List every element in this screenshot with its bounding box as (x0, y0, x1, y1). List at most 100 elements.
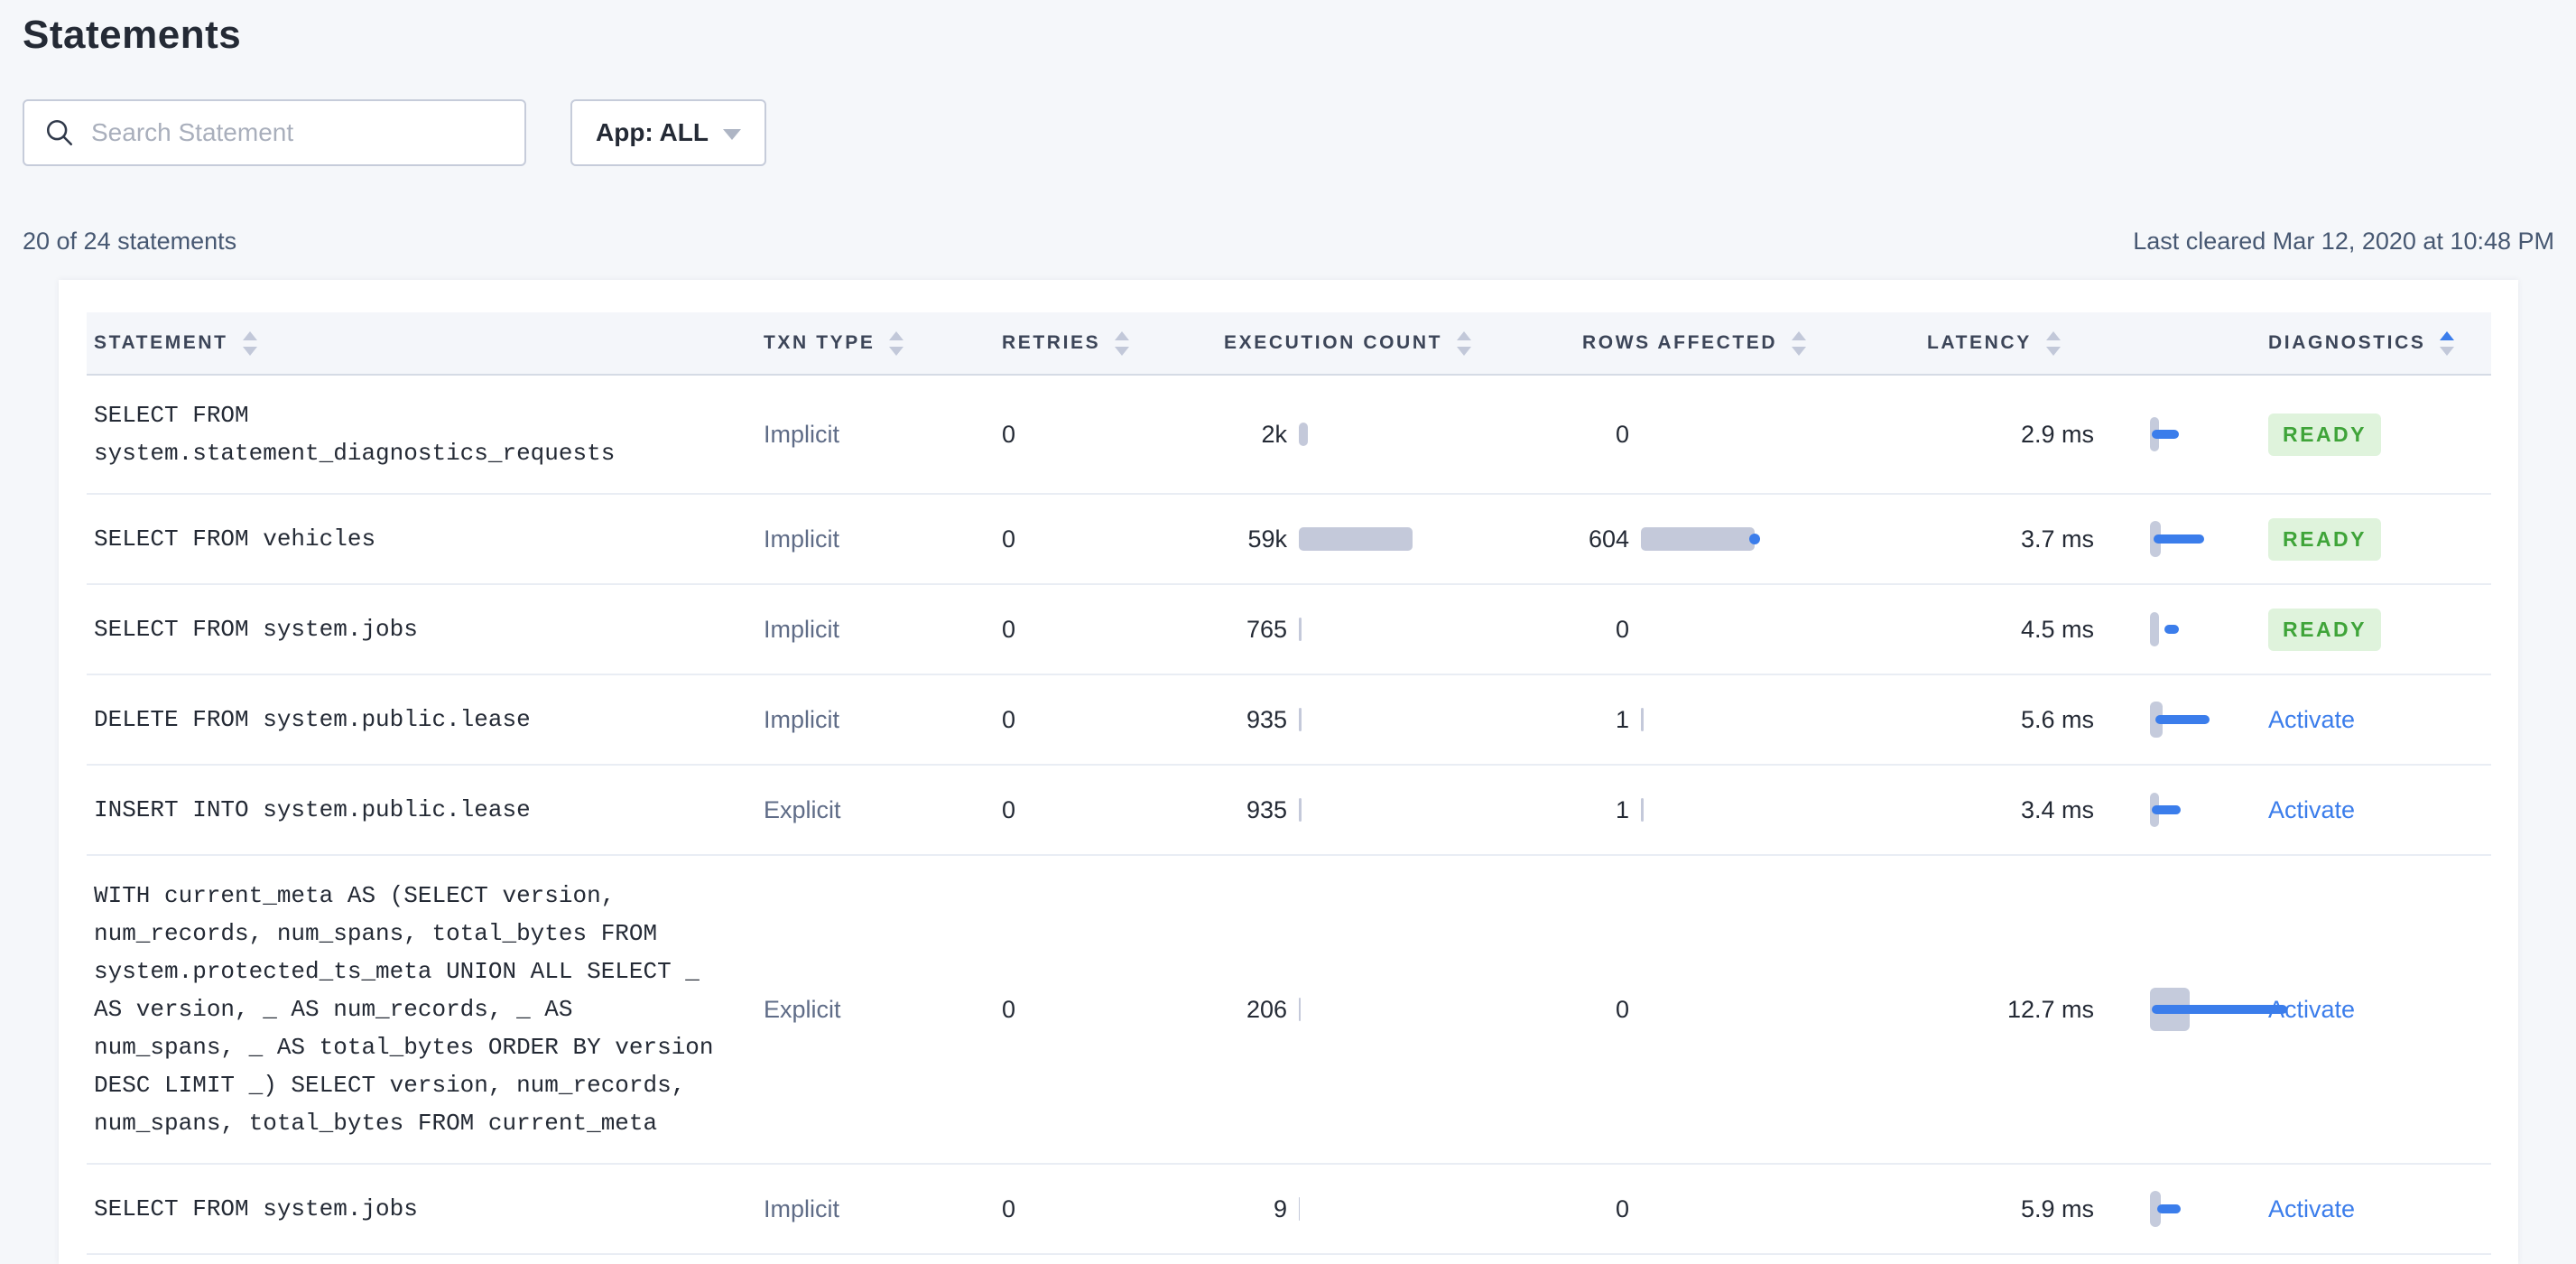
txn-type-value: Implicit (764, 615, 840, 643)
rows-affected-barchart (1641, 413, 1927, 456)
execution-count-value: 765 (1246, 615, 1287, 643)
latency-mean-bar (2164, 625, 2179, 634)
statement-link[interactable]: DELETE FROM system.public.lease (94, 701, 722, 739)
execution-count-value: 206 (1246, 995, 1287, 1023)
rows-affected-mean-dot (1749, 534, 1760, 544)
execution-count-barchart (1299, 413, 1582, 456)
table-row: SELECT FROM system.jobs Implicit 0 9 0 5.9 ms… (87, 1165, 2491, 1255)
txn-type-value: Implicit (764, 705, 840, 733)
sort-desc-icon (1457, 346, 1472, 356)
statement-link[interactable]: SELECT FROM system.jobs (94, 610, 722, 648)
statement-link[interactable]: SELECT FROM vehicles (94, 520, 722, 558)
statement-link[interactable]: WITH current_meta AS (SELECT version, nu… (94, 877, 722, 1142)
execution-count-bar (1299, 423, 1308, 446)
sort-desc-icon (1792, 346, 1807, 356)
sort-header-execution-count[interactable]: EXECUTION COUNT (1224, 330, 1582, 356)
sort-arrows (889, 330, 904, 356)
latency-mean-bar (2152, 1005, 2287, 1014)
latency-barchart (2150, 786, 2268, 833)
txn-type-value: Implicit (764, 525, 840, 553)
column-header-label: DIAGNOSTICS (2268, 332, 2426, 353)
rows-affected-value: 0 (1615, 420, 1629, 448)
rows-affected-value: 1 (1615, 705, 1629, 733)
execution-count-value: 935 (1246, 795, 1287, 823)
rows-affected-bar (1641, 798, 1644, 822)
latency-value: 3.7 ms (2020, 525, 2094, 553)
sort-arrows (242, 330, 257, 356)
rows-affected-barchart (1641, 988, 1927, 1031)
execution-count-bar (1299, 998, 1301, 1021)
sort-arrows (1115, 330, 1130, 356)
execution-count-bar (1299, 708, 1302, 731)
sort-arrows (1792, 330, 1807, 356)
sort-header-statement[interactable]: STATEMENT (94, 330, 764, 356)
execution-count-value: 9 (1273, 1194, 1287, 1222)
statement-link[interactable]: SELECT FROM system.statement_diagnostics… (94, 396, 722, 472)
rows-affected-value: 0 (1615, 995, 1629, 1023)
latency-mean-bar (2152, 430, 2179, 439)
search-box[interactable] (23, 99, 526, 166)
statement-link[interactable]: INSERT INTO system.public.lease (94, 791, 722, 829)
meta-row: 20 of 24 statements Last cleared Mar 12,… (23, 228, 2554, 256)
rows-affected-value: 604 (1588, 525, 1629, 553)
execution-count-barchart (1299, 517, 1582, 561)
statement-link[interactable]: SELECT FROM system.jobs (94, 1190, 722, 1228)
sort-header-txn-type[interactable]: TXN TYPE (764, 330, 1002, 356)
retries-value: 0 (1002, 525, 1016, 553)
app-filter-label: App: ALL (596, 118, 709, 146)
sort-header-latency[interactable]: LATENCY (1927, 330, 2268, 356)
latency-value: 3.4 ms (2020, 795, 2094, 823)
sort-arrows (1457, 330, 1472, 356)
latency-value: 4.5 ms (2020, 615, 2094, 643)
sort-asc-icon (1457, 330, 1472, 340)
sort-asc-icon (242, 330, 257, 340)
rows-affected-barchart (1641, 698, 1927, 741)
execution-count-value: 59k (1247, 525, 1287, 553)
sort-arrows (2045, 330, 2061, 356)
sort-desc-icon (889, 346, 904, 356)
rows-affected-barchart (1641, 608, 1927, 651)
retries-value: 0 (1002, 420, 1016, 448)
latency-value: 5.6 ms (2020, 705, 2094, 733)
diagnostics-activate-link[interactable]: Activate (2268, 706, 2355, 733)
rows-affected-value: 0 (1615, 615, 1629, 643)
search-icon (46, 119, 73, 146)
sort-header-diagnostics[interactable]: DIAGNOSTICS (2268, 330, 2491, 356)
latency-mean-bar (2155, 715, 2210, 724)
rows-affected-barchart (1641, 1187, 1927, 1231)
table-row: INSERT INTO user_promo_codesImplicit0285… (87, 1255, 2491, 1264)
sort-header-retries[interactable]: RETRIES (1002, 330, 1224, 356)
search-input[interactable] (91, 118, 505, 147)
column-header-label: LATENCY (1927, 332, 2032, 353)
execution-count-value: 2k (1261, 420, 1287, 448)
diagnostics-activate-link[interactable]: Activate (2268, 1195, 2355, 1222)
txn-type-value: Explicit (764, 795, 841, 823)
execution-count-barchart (1299, 1187, 1582, 1231)
execution-count-bar (1299, 618, 1302, 641)
latency-value: 12.7 ms (2006, 995, 2094, 1023)
rows-affected-value: 0 (1615, 1194, 1629, 1222)
execution-count-barchart (1299, 698, 1582, 741)
latency-value: 2.9 ms (2020, 420, 2094, 448)
sort-asc-icon (889, 330, 904, 340)
sort-asc-icon (1115, 330, 1130, 340)
retries-value: 0 (1002, 995, 1016, 1023)
rows-affected-bar (1641, 708, 1644, 731)
diagnostics-activate-link[interactable]: Activate (2268, 796, 2355, 823)
execution-count-barchart (1299, 608, 1582, 651)
execution-count-bar (1299, 527, 1413, 551)
table-row: SELECT FROM system.jobs Implicit 0 765 0 4.5 … (87, 585, 2491, 675)
sort-desc-icon (2440, 346, 2455, 356)
retries-value: 0 (1002, 1194, 1016, 1222)
latency-mean-bar (2154, 534, 2204, 544)
sort-desc-icon (1115, 346, 1130, 356)
sort-header-rows-affected[interactable]: ROWS AFFECTED (1582, 330, 1927, 356)
latency-barchart (2150, 986, 2287, 1033)
rows-affected-barchart (1641, 788, 1927, 832)
retries-value: 0 (1002, 795, 1016, 823)
app-filter-dropdown[interactable]: App: ALL (570, 99, 766, 166)
table-row: WITH current_meta AS (SELECT version, nu… (87, 856, 2491, 1165)
latency-barchart (2150, 1185, 2268, 1232)
latency-stddev-tick (2150, 612, 2159, 646)
rows-affected-bar (1641, 527, 1755, 551)
